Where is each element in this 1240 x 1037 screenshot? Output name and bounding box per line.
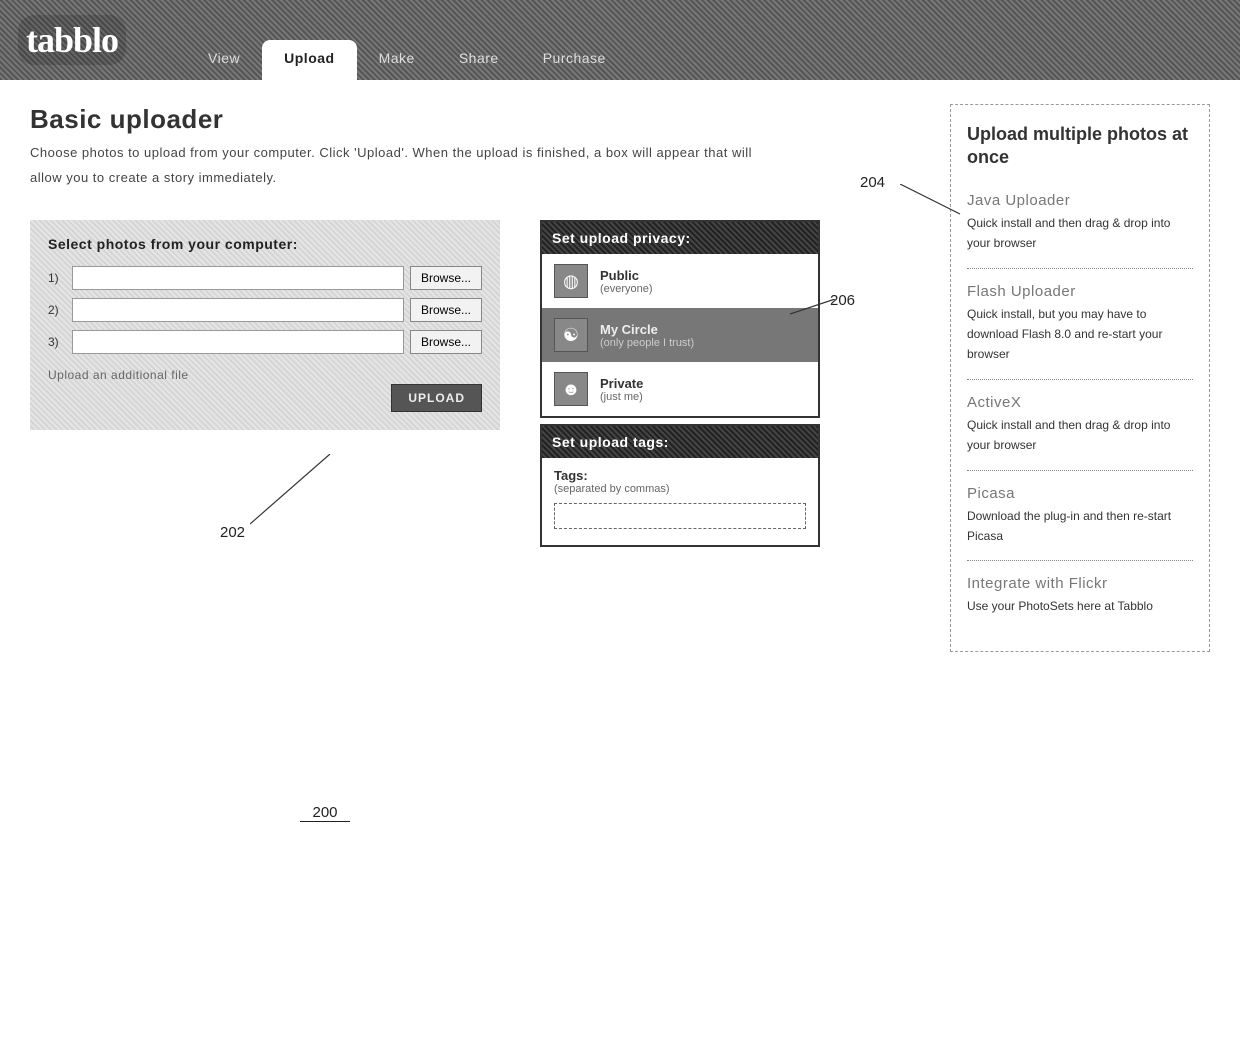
sidebar-item-desc: Quick install, but you may have to downl…: [967, 304, 1193, 365]
sidebar-item-flickr: Integrate with Flickr Use your PhotoSets…: [967, 575, 1193, 630]
sidebar-item-flash: Flash Uploader Quick install, but you ma…: [967, 283, 1193, 380]
sidebar-item-title[interactable]: ActiveX: [967, 394, 1193, 411]
sidebar-item-title[interactable]: Flash Uploader: [967, 283, 1193, 300]
logo[interactable]: tabblo: [18, 15, 126, 65]
privacy-label: Private: [600, 376, 643, 391]
page-title: Basic uploader: [30, 104, 930, 135]
settings-panels: Set upload privacy: ◍ Public (everyone) …: [540, 220, 820, 553]
privacy-sub: (everyone): [600, 283, 653, 295]
sidebar-heading: Upload multiple photos at once: [967, 123, 1193, 170]
nav-tab-view[interactable]: View: [186, 40, 262, 80]
globe-icon: ◍: [554, 264, 588, 298]
sidebar-item-title[interactable]: Integrate with Flickr: [967, 575, 1193, 592]
top-bar: tabblo View Upload Make Share Purchase: [0, 0, 1240, 80]
file-input-3[interactable]: [72, 330, 404, 354]
sidebar-item-desc: Use your PhotoSets here at Tabblo: [967, 596, 1193, 616]
file-row-num: 2): [48, 303, 72, 317]
tags-hint: (separated by commas): [554, 483, 806, 495]
callout-200: 200: [300, 804, 350, 822]
sidebar-item-java: Java Uploader Quick install and then dra…: [967, 192, 1193, 269]
nav-tab-purchase[interactable]: Purchase: [521, 40, 628, 80]
file-input-1[interactable]: [72, 266, 404, 290]
browse-button-3[interactable]: Browse...: [410, 330, 482, 354]
sidebar-item-title[interactable]: Java Uploader: [967, 192, 1193, 209]
sidebar-item-activex: ActiveX Quick install and then drag & dr…: [967, 394, 1193, 471]
nav-tab-upload[interactable]: Upload: [262, 40, 356, 80]
file-row: 1) Browse...: [48, 266, 482, 290]
file-row-num: 3): [48, 335, 72, 349]
sidebar: Upload multiple photos at once Java Uplo…: [950, 104, 1210, 652]
sidebar-item-picasa: Picasa Download the plug-in and then re-…: [967, 485, 1193, 562]
sidebar-item-desc: Download the plug-in and then re-start P…: [967, 506, 1193, 547]
privacy-option-private[interactable]: ☻ Private (just me): [542, 362, 818, 416]
page-intro: Choose photos to upload from your comput…: [30, 141, 770, 190]
sidebar-item-title[interactable]: Picasa: [967, 485, 1193, 502]
privacy-label: Public: [600, 268, 653, 283]
privacy-sub: (only people I trust): [600, 337, 694, 349]
person-icon: ☻: [554, 372, 588, 406]
privacy-label: My Circle: [600, 322, 694, 337]
nav-tab-share[interactable]: Share: [437, 40, 521, 80]
callout-206: 206: [830, 292, 855, 309]
privacy-heading: Set upload privacy:: [542, 222, 818, 254]
tags-box: Set upload tags: Tags: (separated by com…: [540, 424, 820, 547]
privacy-box: Set upload privacy: ◍ Public (everyone) …: [540, 220, 820, 418]
nav-tab-make[interactable]: Make: [357, 40, 437, 80]
callout-202: 202: [220, 524, 245, 541]
sidebar-item-desc: Quick install and then drag & drop into …: [967, 213, 1193, 254]
sidebar-item-desc: Quick install and then drag & drop into …: [967, 415, 1193, 456]
browse-button-2[interactable]: Browse...: [410, 298, 482, 322]
upload-button[interactable]: UPLOAD: [391, 384, 482, 412]
callout-204: 204: [860, 174, 885, 191]
select-panel: Select photos from your computer: 1) Bro…: [30, 220, 500, 430]
file-row-num: 1): [48, 271, 72, 285]
tags-heading: Set upload tags:: [542, 426, 818, 458]
privacy-option-public[interactable]: ◍ Public (everyone): [542, 254, 818, 308]
tags-label: Tags:: [554, 468, 806, 483]
add-file-link[interactable]: Upload an additional file: [48, 368, 189, 382]
file-input-2[interactable]: [72, 298, 404, 322]
file-row: 2) Browse...: [48, 298, 482, 322]
tags-input[interactable]: [554, 503, 806, 529]
browse-button-1[interactable]: Browse...: [410, 266, 482, 290]
file-row: 3) Browse...: [48, 330, 482, 354]
nav-tabs: View Upload Make Share Purchase: [186, 0, 628, 80]
privacy-sub: (just me): [600, 391, 643, 403]
select-heading: Select photos from your computer:: [48, 236, 482, 252]
privacy-option-circle[interactable]: ☯ My Circle (only people I trust): [542, 308, 818, 362]
group-icon: ☯: [554, 318, 588, 352]
main-column: Basic uploader Choose photos to upload f…: [30, 104, 930, 553]
